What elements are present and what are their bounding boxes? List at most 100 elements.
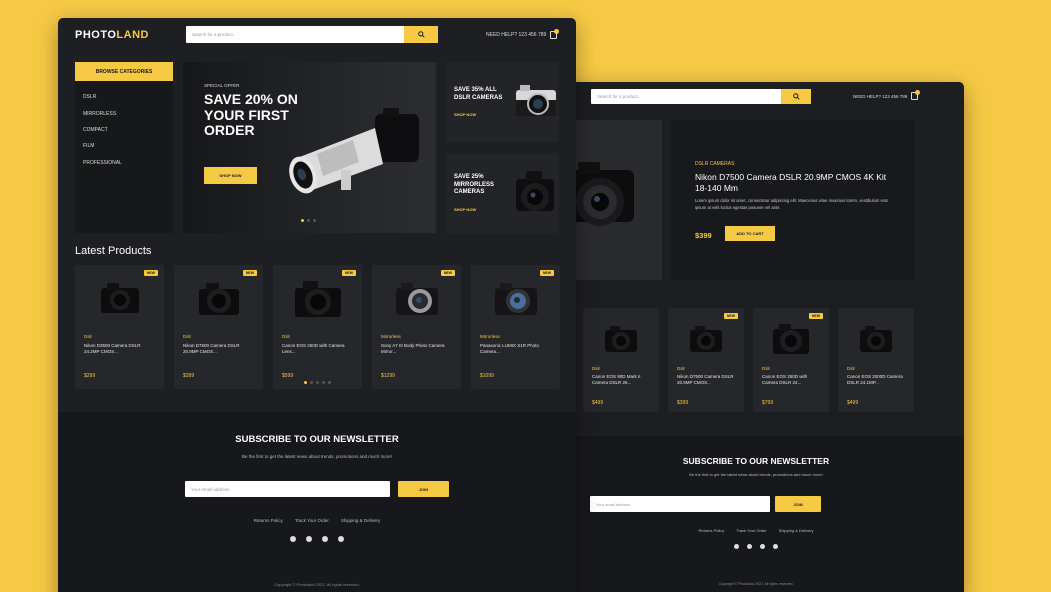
pinterest-icon[interactable]	[338, 536, 344, 542]
social-icons	[58, 536, 576, 542]
instagram-icon[interactable]	[306, 536, 312, 542]
track-order-link[interactable]: Track Your Order	[295, 518, 329, 523]
back-social-icons	[548, 544, 964, 549]
newsletter-join-button[interactable]: JOIN	[398, 481, 449, 497]
back-newsletter-title: SUBSCRIBE TO OUR NEWSLETTER	[682, 456, 830, 466]
back-footer-links: Returns Policy Track Your Order Shipping…	[548, 528, 964, 533]
product-category: Mirrorless	[381, 334, 401, 339]
product-card-5[interactable]: NEW Mirrorless Panasonic LUMIX S1R Photo…	[471, 265, 560, 389]
promo-link[interactable]: SHOP NOW	[454, 207, 476, 212]
back-newsletter-section: SUBSCRIBE TO OUR NEWSLETTER Be the first…	[548, 436, 964, 592]
pinterest-icon[interactable]	[773, 544, 778, 549]
category-item-film[interactable]: FILM	[83, 138, 173, 154]
product-name[interactable]: Canon EOS 90D Mark II Camera DSLR 26...	[592, 374, 654, 386]
product-category: Dslr	[847, 366, 855, 371]
back-product-card-3[interactable]: NEW Dslr Canon EOS 250D with Camera DSLR…	[753, 308, 829, 412]
twitter-icon[interactable]	[322, 536, 328, 542]
product-price: $799	[762, 400, 774, 406]
category-list: DSLR MIRRORLESS COMPACT FILM PROFESSIONA…	[75, 81, 173, 171]
category-item-mirrorless[interactable]: MIRRORLESS	[83, 105, 173, 121]
category-item-professional[interactable]: PROFESSIONAL	[83, 155, 173, 171]
category-item-compact[interactable]: COMPACT	[83, 122, 173, 138]
shopping-bag-icon[interactable]	[911, 90, 921, 100]
returns-policy-link[interactable]: Returns Policy	[698, 528, 724, 533]
pagination-dot[interactable]	[301, 219, 304, 222]
support: NEED HELP? 123 456 789	[486, 28, 560, 39]
pagination-dot[interactable]	[328, 381, 331, 384]
shopping-bag-icon[interactable]	[550, 28, 560, 39]
promo-card-dslr[interactable]: SAVE 35% ALL DSLR CAMERAS SHOP NOW	[446, 62, 559, 142]
pagination-dot[interactable]	[307, 219, 310, 222]
returns-policy-link[interactable]: Returns Policy	[254, 518, 283, 523]
pagination-dot[interactable]	[310, 381, 313, 384]
product-card-1[interactable]: NEW Dslr Nikon D3500 Camera DSLR 24.2MP …	[75, 265, 164, 389]
back-newsletter-email-input[interactable]: Your email address	[590, 496, 770, 512]
twitter-icon[interactable]	[760, 544, 765, 549]
search-button[interactable]	[404, 26, 438, 43]
back-support: NEED HELP? 123 456 789	[853, 90, 921, 100]
product-name[interactable]: Sony A7 III Body Photo Camera Mirror...	[381, 343, 445, 355]
promo-card-mirrorless[interactable]: SAVE 25% MIRRORLESS CAMERAS SHOP NOW	[446, 153, 559, 233]
product-name[interactable]: Canon EOS 250D with Camera Lens...	[282, 343, 346, 355]
promo-link[interactable]: SHOP NOW	[454, 112, 476, 117]
product-name[interactable]: Panasonic LUMIX S1R Photo Camera...	[480, 343, 544, 355]
youtube-icon[interactable]	[734, 544, 739, 549]
product-card-2[interactable]: NEW Dslr Nikon D7500 Camera DSLR 20.9MP …	[174, 265, 263, 389]
product-price: $1299	[381, 373, 395, 379]
logo-part-2: LAND	[116, 28, 149, 41]
detail-product-name: Nikon D7500 Camera DSLR 20.9MP CMOS 4K K…	[695, 172, 887, 193]
back-product-card-1[interactable]: Dslr Canon EOS 90D Mark II Camera DSLR 2…	[583, 308, 659, 412]
product-category: Dslr	[183, 334, 191, 339]
logo[interactable]: PHOTOLAND	[75, 29, 149, 41]
pagination-dot[interactable]	[313, 219, 316, 222]
latest-products-title: Latest Products	[75, 245, 152, 257]
camera-thumbnail	[100, 283, 139, 313]
search-icon	[417, 31, 425, 38]
back-search-input[interactable]: Search for a product...	[591, 88, 781, 104]
product-price: $599	[282, 373, 294, 379]
hero-shop-button[interactable]: SHOP NOW	[204, 167, 257, 184]
product-category: Dslr	[762, 366, 770, 371]
back-support-text: NEED HELP? 123 456 789	[853, 93, 908, 99]
instagram-icon[interactable]	[747, 544, 752, 549]
product-name[interactable]: Nikon D7500 Camera DSLR 20.9MP CMOS...	[677, 374, 739, 386]
product-detail-panel: DSLR CAMERAS Nikon D7500 Camera DSLR 20.…	[671, 120, 915, 280]
product-name[interactable]: Nikon D3500 Camera DSLR 24.2MP CMOS...	[84, 343, 148, 355]
product-card-3[interactable]: NEW Dslr Canon EOS 250D with Camera Lens…	[273, 265, 362, 389]
detail-category: DSLR CAMERAS	[695, 161, 735, 167]
back-search-button[interactable]	[781, 88, 811, 104]
back-product-card-4[interactable]: Dslr Canon EOS 2000D Camera DSLR 24.1MP.…	[838, 308, 914, 412]
product-name[interactable]: Canon EOS 250D with Camera DSLR 24...	[762, 374, 824, 386]
newsletter-section: SUBSCRIBE TO OUR NEWSLETTER Be the first…	[58, 412, 576, 592]
pagination-dot[interactable]	[304, 381, 307, 384]
copyright: Copyright © Photoland 2022. All rights r…	[274, 582, 360, 587]
search-input[interactable]: Search for a product...	[186, 26, 404, 43]
support-text: NEED HELP? 123 456 789	[486, 31, 547, 38]
camera-with-lens-image	[289, 108, 419, 194]
newsletter-subtitle: Be the first to get the latest news abou…	[241, 454, 393, 459]
category-item-dslr[interactable]: DSLR	[83, 89, 173, 105]
add-to-cart-button[interactable]: ADD TO CART	[725, 226, 775, 241]
new-badge: NEW	[440, 270, 455, 276]
back-header: Search for a product... NEED HELP? 123 4…	[548, 88, 964, 104]
newsletter-email-input[interactable]: Your email address	[185, 481, 390, 497]
product-name[interactable]: Canon EOS 2000D Camera DSLR 24.1MP...	[847, 374, 909, 386]
product-price: $399	[677, 400, 689, 406]
product-price: $1099	[480, 373, 494, 379]
product-card-4[interactable]: NEW Mirrorless Sony A7 III Body Photo Ca…	[372, 265, 461, 389]
youtube-icon[interactable]	[290, 536, 296, 542]
pagination-dot[interactable]	[322, 381, 325, 384]
homepage-window: PHOTOLAND Search for a product... NEED H…	[58, 18, 576, 592]
back-product-card-2[interactable]: NEW Dslr Nikon D7500 Camera DSLR 20.9MP …	[668, 308, 744, 412]
retro-camera-image	[516, 85, 556, 116]
back-newsletter-join-button[interactable]: JOIN	[775, 496, 821, 512]
shipping-delivery-link[interactable]: Shipping & Delivery	[779, 528, 814, 533]
browse-categories-button[interactable]: BROWSE CATEGORIES	[75, 62, 173, 81]
search-bar: Search for a product...	[186, 26, 438, 43]
product-name[interactable]: Nikon D7500 Camera DSLR 20.9MP CMOS...	[183, 343, 247, 355]
shipping-delivery-link[interactable]: Shipping & Delivery	[341, 518, 380, 523]
track-order-link[interactable]: Track Your Order	[736, 528, 766, 533]
hero-special-label: SPECIAL OFFER	[204, 83, 240, 88]
camera-thumbnail	[395, 283, 438, 315]
pagination-dot[interactable]	[316, 381, 319, 384]
